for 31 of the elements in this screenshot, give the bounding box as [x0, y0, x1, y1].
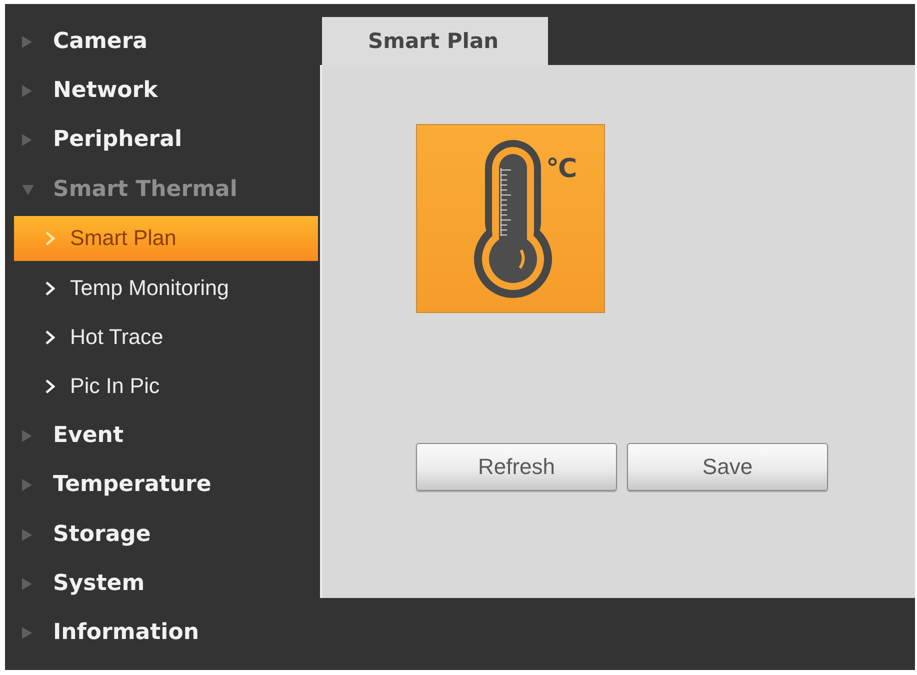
feature-tile[interactable]: °C	[416, 124, 605, 313]
chevron-right-icon	[45, 330, 55, 345]
triangle-down-icon	[22, 184, 34, 195]
triangle-right-icon	[22, 528, 32, 541]
sidebar-subitem[interactable]: Smart Plan	[14, 216, 318, 262]
sidebar-item[interactable]: Network	[22, 74, 162, 107]
triangle-right-icon	[22, 578, 32, 590]
sidebar-item[interactable]: Event	[22, 420, 128, 452]
sidebar-item[interactable]: Temperature	[22, 469, 216, 502]
triangle-right-icon	[22, 627, 32, 640]
triangle-right-icon	[22, 134, 32, 146]
chevron-right-icon	[45, 231, 55, 246]
sidebar-subitem[interactable]: Temp Monitoring	[14, 266, 318, 311]
chevron-right-icon	[45, 379, 55, 394]
triangle-right-icon	[22, 36, 32, 48]
sidebar-item[interactable]: System	[22, 568, 149, 600]
sidebar-subitem[interactable]: Pic In Pic	[14, 364, 318, 410]
sidebar-item[interactable]: Peripheral	[22, 124, 186, 156]
sidebar-subitem[interactable]: Hot Trace	[14, 314, 318, 360]
tab[interactable]: Smart Plan	[322, 17, 548, 65]
temperature-unit-label: °C	[546, 156, 576, 182]
triangle-right-icon	[22, 479, 32, 492]
refresh-button[interactable]: Refresh	[416, 443, 617, 491]
triangle-right-icon	[22, 84, 32, 97]
sidebar-item[interactable]: Storage	[22, 518, 155, 551]
save-button[interactable]: Save	[627, 443, 828, 491]
sidebar-item[interactable]: Smart Thermal	[22, 174, 242, 206]
triangle-right-icon	[22, 430, 32, 442]
chevron-right-icon	[45, 280, 55, 296]
sidebar-item[interactable]: Information	[22, 617, 203, 650]
sidebar-item[interactable]: Camera	[22, 26, 152, 58]
